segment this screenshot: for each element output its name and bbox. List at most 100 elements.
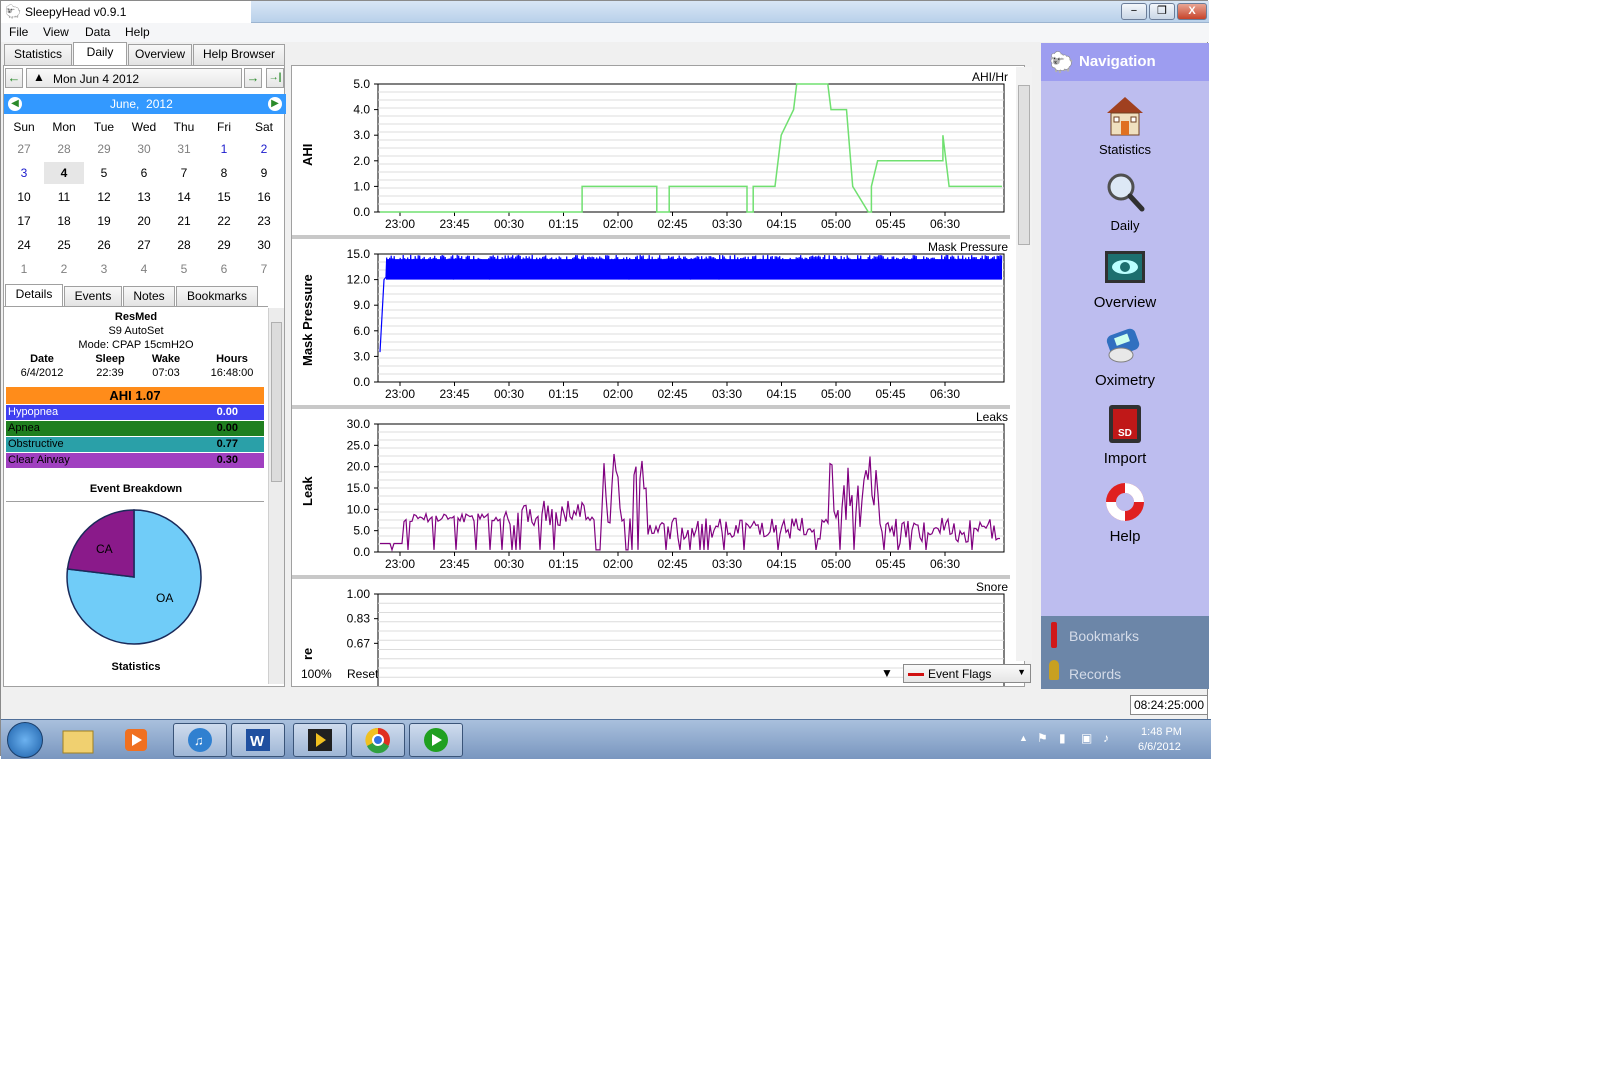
calendar-day[interactable]: 6: [124, 162, 164, 184]
calendar-day[interactable]: 7: [164, 162, 204, 184]
calendar-day[interactable]: 13: [124, 186, 164, 208]
calendar-day[interactable]: 5: [84, 162, 124, 184]
tab-details[interactable]: Details: [5, 284, 63, 306]
taskbar-media[interactable]: [115, 723, 169, 757]
calendar-day[interactable]: 17: [4, 210, 44, 232]
calendar-day[interactable]: 30: [244, 234, 284, 256]
calendar-day[interactable]: 31: [164, 138, 204, 160]
calendar-day[interactable]: 29: [84, 138, 124, 160]
chart-leak[interactable]: Leak Leaks 30.0 25.0 20.0 15.0 10.0 5.0 0.0 23:00…: [292, 408, 1016, 574]
tray-date[interactable]: 6/6/2012: [1138, 741, 1181, 753]
calendar-day[interactable]: 21: [164, 210, 204, 232]
dropdown-arrow-icon[interactable]: ▼: [881, 666, 893, 680]
calendar-day[interactable]: 15: [204, 186, 244, 208]
tab-notes[interactable]: Notes: [123, 286, 175, 306]
charts-scrollbar[interactable]: [1016, 67, 1032, 661]
y-tick-label: 20.0: [347, 460, 371, 474]
weekday-label: Mon: [52, 120, 76, 134]
start-button[interactable]: [7, 722, 43, 758]
calendar-day[interactable]: 2: [44, 258, 84, 280]
chart-pressure[interactable]: Mask Pressure Mask Pressure 15.0 12.0 9.0 6.0…: [292, 238, 1016, 404]
date-selector[interactable]: ▲ Mon Jun 4 2012: [26, 68, 242, 88]
prev-day-button[interactable]: ←: [5, 68, 23, 88]
menu-view[interactable]: View: [43, 25, 69, 39]
chart-plot-leak: 30.0 25.0 20.0 15.0 10.0 5.0 0.0 23:00 23:45 00:3…: [347, 417, 1005, 571]
nav-records[interactable]: Records: [1069, 666, 1121, 682]
calendar-day[interactable]: 27: [4, 138, 44, 160]
calendar-day[interactable]: 28: [44, 138, 84, 160]
calendar-day[interactable]: 12: [84, 186, 124, 208]
calendar-day[interactable]: 11: [44, 186, 84, 208]
calendar-day[interactable]: 9: [244, 162, 284, 184]
chart-ahi[interactable]: AHI AHI/Hr 5.0 4.0 3.0 2.0 1.0 0.0 23:00 23:45 00:…: [292, 68, 1016, 234]
calendar-day[interactable]: 23: [244, 210, 284, 232]
nav-bookmarks[interactable]: Bookmarks: [1069, 628, 1139, 644]
event-flags-dropdown[interactable]: Event Flags ▼: [903, 664, 1031, 683]
tab-overview[interactable]: Overview: [128, 44, 192, 65]
calendar-day[interactable]: 24: [4, 234, 44, 256]
calendar-day[interactable]: 18: [44, 210, 84, 232]
battery-icon[interactable]: ▮: [1059, 731, 1066, 745]
calendar-day[interactable]: 4: [124, 258, 164, 280]
nav-import[interactable]: SD Import: [1041, 403, 1209, 467]
calendar-day[interactable]: 22: [204, 210, 244, 232]
calendar-day[interactable]: 2: [244, 138, 284, 160]
calendar-day[interactable]: 10: [4, 186, 44, 208]
nav-statistics[interactable]: Statistics: [1041, 95, 1209, 157]
taskbar-plex[interactable]: [293, 723, 347, 757]
nav-daily[interactable]: Daily: [1041, 171, 1209, 233]
calendar-day[interactable]: 3: [4, 162, 44, 184]
taskbar-chrome[interactable]: [351, 723, 405, 757]
calendar-day[interactable]: 3: [84, 258, 124, 280]
calendar-day[interactable]: 28: [164, 234, 204, 256]
tray-time[interactable]: 1:48 PM: [1141, 726, 1182, 738]
prev-month-icon[interactable]: ◀: [8, 97, 22, 111]
calendar-day[interactable]: 30: [124, 138, 164, 160]
calendar-day[interactable]: 1: [4, 258, 44, 280]
tab-help-browser[interactable]: Help Browser: [193, 44, 285, 65]
taskbar-itunes[interactable]: ♫: [173, 723, 227, 757]
last-day-button[interactable]: →|: [266, 68, 284, 88]
svg-text:SD: SD: [1118, 428, 1132, 439]
calendar-day[interactable]: 27: [124, 234, 164, 256]
calendar-day[interactable]: 5: [164, 258, 204, 280]
tab-events[interactable]: Events: [64, 286, 122, 306]
calendar-day[interactable]: 6: [204, 258, 244, 280]
next-month-icon[interactable]: ▶: [268, 97, 282, 111]
calendar-day[interactable]: 7: [244, 258, 284, 280]
flag-icon[interactable]: ⚑: [1037, 731, 1048, 745]
nav-help[interactable]: Help: [1041, 481, 1209, 545]
menu-file[interactable]: File: [9, 25, 28, 39]
calendar-day[interactable]: 29: [204, 234, 244, 256]
restore-button[interactable]: ❐: [1149, 3, 1175, 20]
title-bar: 🐑 SleepyHead v0.9.1 − ❐ X: [1, 1, 1209, 23]
calendar-day[interactable]: 19: [84, 210, 124, 232]
minimize-button[interactable]: −: [1121, 3, 1147, 20]
calendar-day[interactable]: 20: [124, 210, 164, 232]
next-day-button[interactable]: →: [244, 68, 262, 88]
calendar-day[interactable]: 14: [164, 186, 204, 208]
calendar-month-year[interactable]: June, 2012: [110, 97, 173, 111]
taskbar-sleepyhead[interactable]: [409, 723, 463, 757]
calendar-day[interactable]: 1: [204, 138, 244, 160]
nav-overview[interactable]: Overview: [1041, 247, 1209, 311]
nav-oximetry[interactable]: Oximetry: [1041, 325, 1209, 389]
menu-help[interactable]: Help: [125, 25, 150, 39]
volume-icon[interactable]: ♪: [1103, 731, 1109, 745]
tray-expand-icon[interactable]: ▲: [1019, 733, 1028, 743]
taskbar-explorer[interactable]: [57, 723, 111, 757]
calendar-day[interactable]: 8: [204, 162, 244, 184]
tab-statistics[interactable]: Statistics: [4, 44, 72, 65]
calendar-day[interactable]: 25: [44, 234, 84, 256]
network-icon[interactable]: ▣: [1081, 731, 1092, 745]
details-scrollbar[interactable]: [268, 308, 284, 684]
calendar-day[interactable]: 4: [44, 162, 84, 184]
tab-bookmarks[interactable]: Bookmarks: [176, 286, 258, 306]
reset-button[interactable]: Reset: [347, 667, 378, 681]
calendar-day[interactable]: 26: [84, 234, 124, 256]
menu-data[interactable]: Data: [85, 25, 110, 39]
close-button[interactable]: X: [1177, 3, 1207, 20]
taskbar-word[interactable]: W: [231, 723, 285, 757]
tab-daily[interactable]: Daily: [73, 42, 127, 65]
calendar-day[interactable]: 16: [244, 186, 284, 208]
